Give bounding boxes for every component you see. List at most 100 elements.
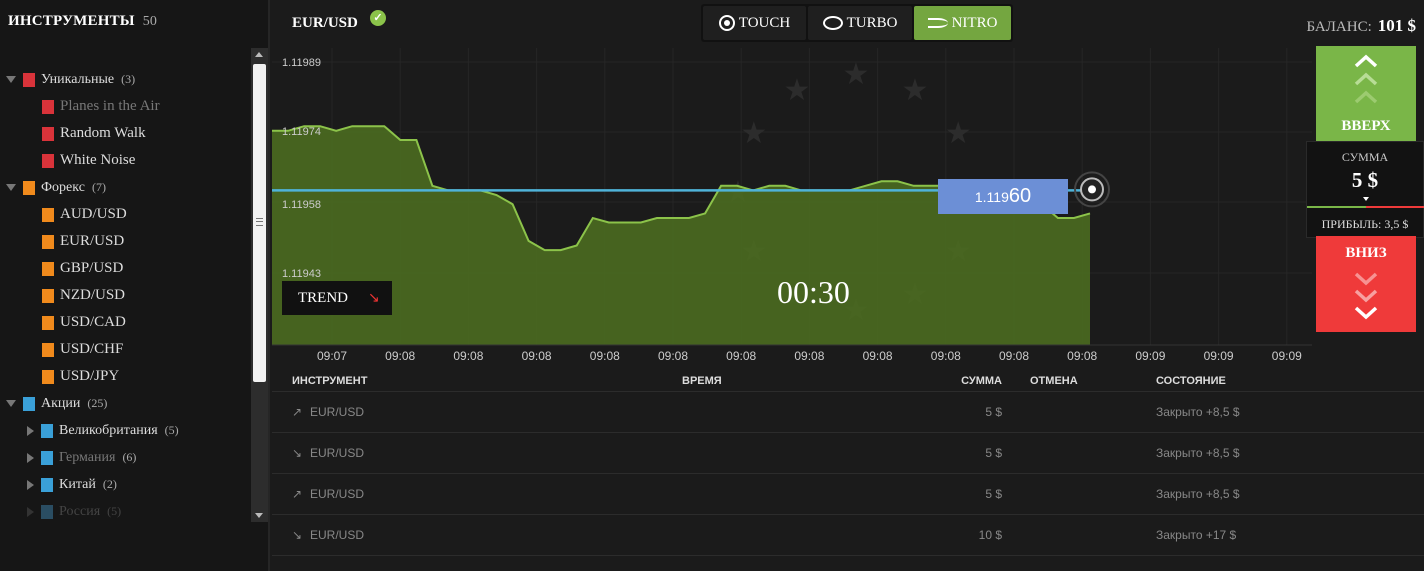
table-row[interactable]: ↗ EUR/USD 5 $ Закрыто +8,5 $ <box>272 392 1424 433</box>
star-icon: ★ <box>843 57 870 92</box>
instrument-item[interactable]: USD/CAD <box>0 309 250 336</box>
scroll-up-icon[interactable] <box>255 52 263 57</box>
row-instrument: EUR/USD <box>310 528 365 542</box>
trend-down-icon: ↘ <box>292 446 303 460</box>
instrument-item[interactable]: USD/CHF <box>0 336 250 363</box>
balance-label: БАЛАНС: <box>1306 19 1372 35</box>
category-label: Уникальные <box>41 71 115 87</box>
mode-touch-button[interactable]: TOUCH <box>703 6 806 40</box>
instrument-item[interactable]: Random Walk <box>0 120 250 147</box>
instrument-label: USD/JPY <box>60 368 120 384</box>
instrument-color-icon <box>42 207 54 222</box>
price-chart[interactable]: ★★★★★★★★★★★★1.119891.119741.119581.11943… <box>272 48 1312 370</box>
row-status: Закрыто +8,5 $ <box>1156 405 1240 419</box>
y-tick-label: 1.11974 <box>282 126 321 138</box>
price-prefix: 1.119 <box>974 188 1009 205</box>
instrument-label: GBP/USD <box>60 260 124 276</box>
col-sum[interactable]: СУММА <box>922 375 1002 387</box>
price-area <box>272 126 1090 345</box>
mode-switcher: TOUCH TURBO NITRO <box>701 4 1013 42</box>
col-instrument[interactable]: ИНСТРУМЕНТ <box>272 375 682 387</box>
table-row[interactable]: ↘ EUR/USD 10 $ Закрыто +17 $ <box>272 515 1424 556</box>
category-forex[interactable]: Форекс (7) <box>0 174 250 201</box>
trend-up-icon: ↗ <box>292 487 303 501</box>
sidebar-title-text: ИНСТРУМЕНТЫ <box>8 13 135 29</box>
sidebar-title-count: 50 <box>142 14 158 29</box>
instrument-label: AUD/USD <box>60 206 127 222</box>
expand-icon[interactable] <box>6 400 16 407</box>
active-pair-title: EUR/USD <box>292 15 358 31</box>
row-instrument: EUR/USD <box>310 405 365 419</box>
category-stocks[interactable]: Акции (25) <box>0 390 250 417</box>
subcategory-uk[interactable]: Великобритания (5) <box>0 417 250 444</box>
instrument-item[interactable]: EUR/USD <box>0 228 250 255</box>
col-status[interactable]: СОСТОЯНИЕ <box>1152 375 1352 387</box>
star-icon: ★ <box>740 116 767 151</box>
sidebar-title: ИНСТРУМЕНТЫ 50 <box>8 13 157 30</box>
y-tick-label: 1.11958 <box>282 199 321 211</box>
instrument-label: White Noise <box>60 152 136 168</box>
instrument-label: Random Walk <box>60 125 146 141</box>
trend-indicator[interactable]: TREND ↘ <box>282 281 392 315</box>
table-header: ИНСТРУМЕНТ ВРЕМЯ СУММА ОТМЕНА СОСТОЯНИЕ <box>272 370 1424 392</box>
x-tick-label: 09:09 <box>1135 349 1165 363</box>
subcategory-color-icon <box>41 477 53 492</box>
expand-icon[interactable] <box>6 76 16 83</box>
mode-nitro-button[interactable]: NITRO <box>914 6 1011 40</box>
scrollbar-thumb[interactable] <box>253 64 266 382</box>
row-status: Закрыто +8,5 $ <box>1156 487 1240 501</box>
instrument-label: USD/CHF <box>60 341 124 357</box>
row-sum: 5 $ <box>985 487 1002 501</box>
instrument-item[interactable]: White Noise <box>0 147 250 174</box>
x-tick-label: 09:09 <box>1272 349 1302 363</box>
collapsed-icon[interactable] <box>27 506 34 517</box>
x-tick-label: 09:08 <box>658 349 688 363</box>
x-tick-label: 09:08 <box>1067 349 1097 363</box>
chevron-up-icon <box>1354 54 1378 68</box>
instrument-label: NZD/USD <box>60 287 126 303</box>
table-row[interactable]: ↘ EUR/USD 5 $ Закрыто +8,5 $ <box>272 433 1424 474</box>
y-tick-label: 1.11989 <box>282 57 321 69</box>
scroll-down-icon[interactable] <box>255 513 263 518</box>
x-tick-label: 09:09 <box>1204 349 1234 363</box>
up-down-divider <box>1307 206 1424 208</box>
call-up-button[interactable]: ВВЕРХ <box>1316 46 1416 144</box>
trend-label: TREND <box>298 289 348 306</box>
put-down-button[interactable]: ВНИЗ <box>1316 236 1416 332</box>
price-suffix: 60 <box>1008 185 1032 207</box>
balance: БАЛАНС: 101 $ <box>1306 16 1416 36</box>
star-icon: ★ <box>902 73 929 108</box>
star-icon: ★ <box>945 116 972 151</box>
expand-icon[interactable] <box>6 184 16 191</box>
category-count: (7) <box>91 180 106 194</box>
x-tick-label: 09:08 <box>794 349 824 363</box>
category-color-icon <box>23 180 35 195</box>
subcategory-russia[interactable]: Россия (5) <box>0 498 250 525</box>
mode-turbo-button[interactable]: TURBO <box>808 6 912 40</box>
instrument-item[interactable]: USD/JPY <box>0 363 250 390</box>
subcategory-count: (2) <box>102 477 117 491</box>
row-sum: 5 $ <box>985 446 1002 460</box>
instrument-label: Planes in the Air <box>60 98 160 114</box>
subcategory-germany[interactable]: Германия (6) <box>0 444 250 471</box>
chevron-down-icon <box>1354 272 1378 286</box>
col-cancel[interactable]: ОТМЕНА <box>1002 375 1152 387</box>
amount-selector[interactable]: СУММА 5 $ ПРИБЫЛЬ: 3,5 $ <box>1306 141 1424 238</box>
table-row[interactable]: ↗ EUR/USD 5 $ Закрыто +8,5 $ <box>272 474 1424 515</box>
instrument-color-icon <box>42 342 54 357</box>
dropdown-caret-icon[interactable] <box>1363 197 1369 201</box>
collapsed-icon[interactable] <box>27 479 34 490</box>
collapsed-icon[interactable] <box>27 425 34 436</box>
row-status: Закрыто +8,5 $ <box>1156 446 1240 460</box>
category-unique[interactable]: Уникальные (3) <box>0 66 250 93</box>
subcategory-china[interactable]: Китай (2) <box>0 471 250 498</box>
instrument-item[interactable]: GBP/USD <box>0 255 250 282</box>
instrument-item[interactable]: Planes in the Air <box>0 93 250 120</box>
sidebar-scrollbar[interactable] <box>251 48 268 522</box>
instrument-item[interactable]: AUD/USD <box>0 201 250 228</box>
category-color-icon <box>23 72 35 87</box>
collapsed-icon[interactable] <box>27 452 34 463</box>
col-time[interactable]: ВРЕМЯ <box>682 375 922 387</box>
subcategory-color-icon <box>41 504 53 519</box>
instrument-item[interactable]: NZD/USD <box>0 282 250 309</box>
